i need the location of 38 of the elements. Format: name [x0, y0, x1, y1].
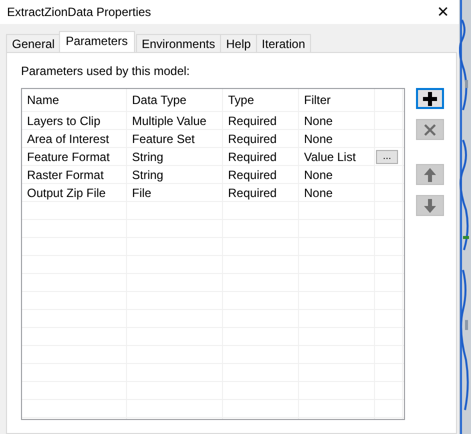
column-header[interactable]: Data Type [127, 89, 223, 111]
table-cell: Multiple Value [127, 112, 223, 129]
table-cell: Feature Set [127, 130, 223, 147]
table-cell: Layers to Clip [22, 112, 127, 129]
table-cell: Area of Interest [22, 130, 127, 147]
table-cell: None [299, 112, 375, 129]
table-cell: None [299, 184, 375, 201]
table-cell: Output Zip File [22, 184, 127, 201]
tab[interactable]: Iteration [256, 34, 312, 52]
down-arrow-icon [422, 198, 438, 214]
plus-button[interactable] [416, 88, 444, 109]
column-header[interactable]: Name [22, 89, 127, 111]
table-cell: String [127, 148, 223, 165]
table-cell: Required [223, 112, 299, 129]
table-cell: Required [223, 148, 299, 165]
panel-caption: Parameters used by this model: [21, 64, 191, 78]
table-cell: Required [223, 166, 299, 183]
tab[interactable]: General [6, 34, 61, 52]
table-cell: String [127, 166, 223, 183]
table-cell: Required [223, 184, 299, 201]
table-cell: Raster Format [22, 166, 127, 183]
delete-icon [422, 122, 438, 138]
tab[interactable]: Help [220, 34, 257, 52]
table-cell: None [299, 166, 375, 183]
tab[interactable]: Environments [136, 34, 222, 52]
browse-button[interactable]: ... [376, 150, 398, 164]
table-cell: Value List [299, 148, 375, 165]
plus-icon [422, 90, 438, 106]
close-button[interactable]: ✕ [427, 0, 459, 24]
window-title: ExtractZionData Properties [7, 5, 152, 19]
column-header[interactable]: Type [223, 89, 299, 111]
up-arrow-icon [422, 166, 438, 182]
table-cell: Feature Format [22, 148, 127, 165]
table-cell: None [299, 130, 375, 147]
table-cell: Required [223, 130, 299, 147]
table-cell: File [127, 184, 223, 201]
tab[interactable]: Parameters [58, 31, 135, 52]
column-header[interactable]: Filter [299, 89, 375, 111]
